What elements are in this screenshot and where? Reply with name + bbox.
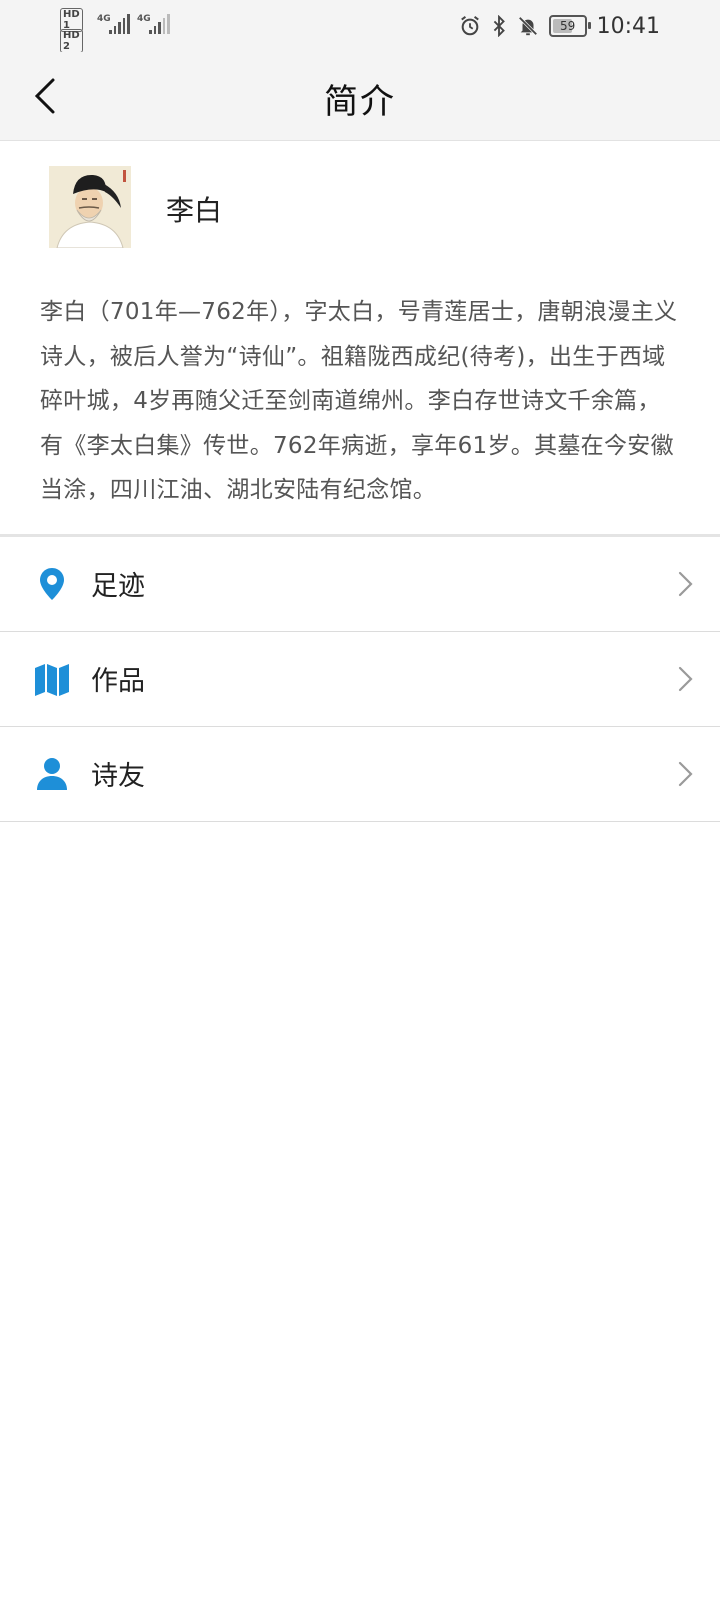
poet-name: 李白: [166, 194, 223, 227]
avatar: [49, 166, 131, 248]
chevron-right-icon: [678, 571, 693, 597]
page-title: 简介: [324, 82, 396, 122]
map-icon: [35, 664, 69, 696]
app-header: 简介: [0, 52, 720, 141]
menu-item-footprints[interactable]: 足迹: [0, 537, 720, 632]
status-bar: HD 1 HD 2 4G 4G 59 10:41: [0, 0, 720, 53]
chevron-right-icon: [678, 666, 693, 692]
clock: 10:41: [596, 13, 660, 39]
chevron-right-icon: [678, 761, 693, 787]
status-icons: 59 10:41: [459, 10, 660, 42]
signal2-icon: [149, 14, 170, 34]
menu-label-footprints: 足迹: [91, 571, 145, 602]
bell-off-icon: [518, 16, 537, 36]
menu-label-works: 作品: [91, 666, 145, 697]
biography-text: 李白（701年—762年），字太白，号青莲居士，唐朝浪漫主义诗人，被后人誉为“诗…: [40, 299, 678, 503]
profile-card: 李白: [0, 141, 720, 266]
menu-item-poet-friends[interactable]: 诗友: [0, 727, 720, 822]
menu-label-poet-friends: 诗友: [91, 761, 145, 792]
sim2-hd-badge: HD 2: [60, 29, 83, 53]
alarm-icon: [460, 16, 479, 36]
person-icon: [37, 758, 67, 790]
bluetooth-icon: [493, 15, 505, 37]
location-pin-icon: [40, 568, 64, 600]
portrait-image: [49, 166, 131, 248]
battery-level: 59: [559, 19, 576, 33]
menu-item-works[interactable]: 作品: [0, 632, 720, 727]
battery-icon: 59: [548, 15, 591, 37]
signal1-icon: [109, 14, 130, 34]
